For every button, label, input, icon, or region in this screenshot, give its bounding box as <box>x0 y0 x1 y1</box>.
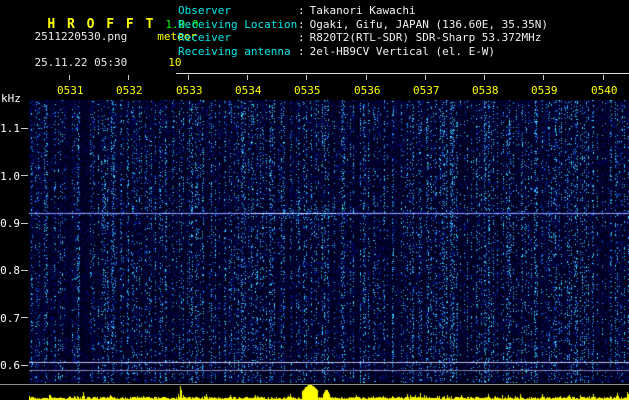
time-tick-mark <box>69 75 70 80</box>
freq-tick-mark <box>21 270 28 271</box>
info-row-receiver: Receiver: R820T2(RTL-SDR) SDR-Sharp 53.37… <box>178 31 548 45</box>
info-colon: : <box>298 31 305 44</box>
freq-label: 1.0 <box>0 170 20 183</box>
freq-label: 0.9 <box>0 217 20 230</box>
time-tick-mark <box>484 75 485 80</box>
info-value: Ogaki, Gifu, JAPAN (136.60E, 35.35N) <box>310 18 548 31</box>
station-info-block: Observer: Takanori Kawachi Receiving Loca… <box>178 4 548 59</box>
time-label: 0539 <box>531 84 558 97</box>
time-tick-mark <box>543 75 544 80</box>
freq-tick-mark <box>21 175 28 176</box>
time-label: 0532 <box>116 84 143 97</box>
time-tick-mark <box>306 75 307 80</box>
info-label: Receiver <box>178 31 298 45</box>
freq-tick-mark <box>21 365 28 366</box>
time-tick-mark <box>603 75 604 80</box>
info-row-location: Receiving Location: Ogaki, Gifu, JAPAN (1… <box>178 18 548 32</box>
output-filename: 2511220530.png <box>35 30 128 43</box>
freq-tick-mark <box>21 223 28 224</box>
time-tick-mark <box>425 75 426 80</box>
info-value: 2el-HB9CV Vertical (el. E-W) <box>310 45 495 58</box>
info-row-observer: Observer: Takanori Kawachi <box>178 4 548 18</box>
time-tick-mark <box>128 75 129 80</box>
time-label: 0531 <box>57 84 84 97</box>
info-label: Receiving antenna <box>178 45 298 59</box>
time-label: 0535 <box>294 84 321 97</box>
datetime-label: 25.11.22 05:30 <box>35 56 128 69</box>
freq-label: 0.6 <box>0 359 20 372</box>
freq-label: 0.7 <box>0 312 20 325</box>
info-colon: : <box>298 45 305 58</box>
freq-tick-mark <box>21 128 28 129</box>
info-colon: : <box>298 18 305 31</box>
time-tick-mark <box>247 75 248 80</box>
time-label: 0533 <box>176 84 203 97</box>
date-row: 25.11.22 05:3010 <box>8 43 181 82</box>
time-label: 0538 <box>472 84 499 97</box>
time-tick-mark <box>366 75 367 80</box>
freq-tick-mark <box>21 317 28 318</box>
time-label: 0536 <box>354 84 381 97</box>
time-label: 0537 <box>413 84 440 97</box>
info-label: Observer <box>178 4 298 18</box>
freq-label: 0.8 <box>0 264 20 277</box>
info-value: Takanori Kawachi <box>310 4 416 17</box>
info-value: R820T2(RTL-SDR) SDR-Sharp 53.372MHz <box>310 31 542 44</box>
time-label: 0540 <box>591 84 618 97</box>
header-separator-line <box>176 73 629 74</box>
time-label: 0534 <box>235 84 262 97</box>
amplitude-canvas <box>29 385 629 400</box>
info-row-antenna: Receiving antenna:2el-HB9CV Vertical (el… <box>178 45 548 59</box>
time-tick-mark <box>188 75 189 80</box>
info-label: Receiving Location <box>178 18 298 32</box>
hrofft-output-image: H R O F F T1.0.0 2511220530.pngmeteor 25… <box>0 0 629 400</box>
freq-axis-unit: kHz <box>1 92 21 105</box>
freq-label: 1.1 <box>0 122 20 135</box>
spectrogram-canvas <box>29 100 629 383</box>
info-colon: : <box>298 4 305 17</box>
